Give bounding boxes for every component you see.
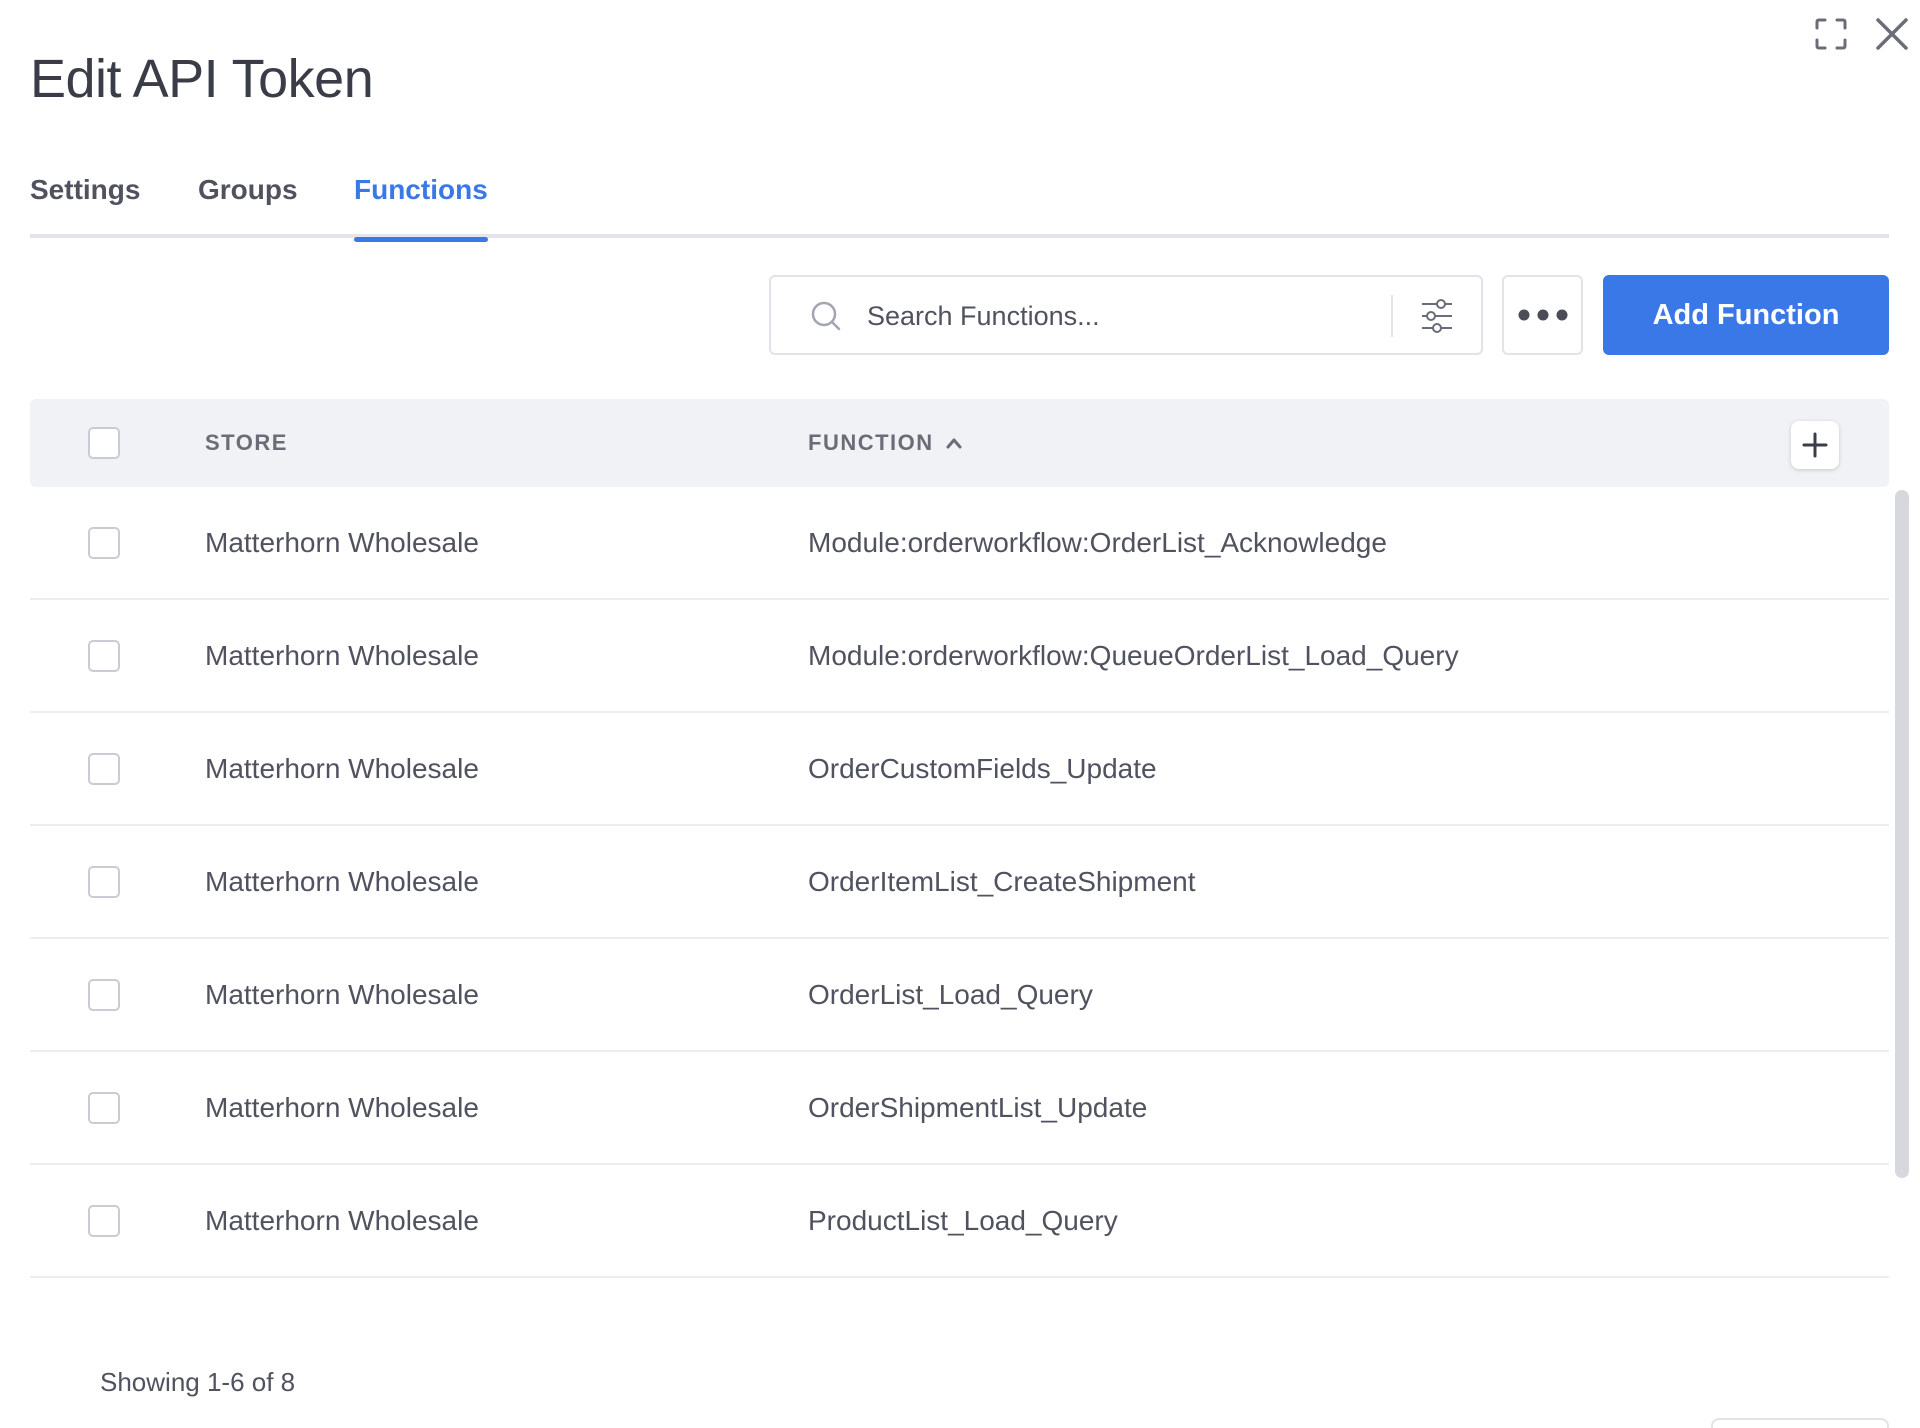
row-checkbox[interactable] — [88, 866, 120, 898]
store-cell: Matterhorn Wholesale — [205, 753, 479, 784]
select-all-checkbox[interactable] — [88, 427, 120, 459]
tab-settings[interactable]: Settings — [30, 174, 140, 238]
table-row[interactable]: Matterhorn Wholesale OrderShipmentList_U… — [30, 1052, 1889, 1165]
ellipsis-icon — [1518, 309, 1567, 321]
function-cell: ProductList_Load_Query — [808, 1205, 1118, 1236]
column-header-function[interactable]: FUNCTION — [808, 430, 962, 456]
row-checkbox[interactable] — [88, 640, 120, 672]
row-checkbox[interactable] — [88, 753, 120, 785]
more-options-button[interactable] — [1502, 275, 1583, 355]
table-row[interactable]: Matterhorn Wholesale ProductList_Load_Qu… — [30, 1165, 1889, 1278]
store-cell: Matterhorn Wholesale — [205, 640, 479, 671]
pagination-status: Showing 1-6 of 8 — [100, 1367, 296, 1397]
sort-ascending-icon — [946, 438, 962, 449]
close-icon — [1876, 18, 1908, 50]
table-body: Matterhorn Wholesale Module:orderworkflo… — [30, 487, 1889, 1278]
function-cell: OrderList_Load_Query — [808, 979, 1093, 1010]
add-function-button[interactable]: Add Function — [1603, 275, 1889, 355]
pagination-control[interactable] — [1711, 1418, 1889, 1428]
row-checkbox[interactable] — [88, 1092, 120, 1124]
filter-button[interactable] — [1407, 293, 1467, 339]
function-cell: OrderShipmentList_Update — [808, 1092, 1148, 1123]
add-column-button[interactable] — [1791, 421, 1839, 469]
table-row[interactable]: Matterhorn Wholesale OrderCustomFields_U… — [30, 713, 1889, 826]
store-cell: Matterhorn Wholesale — [205, 979, 479, 1010]
table-row[interactable]: Matterhorn Wholesale OrderItemList_Creat… — [30, 826, 1889, 939]
search-icon — [811, 301, 841, 331]
function-cell: Module:orderworkflow:OrderList_Acknowled… — [808, 527, 1387, 558]
store-cell: Matterhorn Wholesale — [205, 866, 479, 897]
search-input[interactable] — [867, 293, 1387, 339]
function-cell: OrderItemList_CreateShipment — [808, 866, 1196, 897]
function-cell: Module:orderworkflow:QueueOrderList_Load… — [808, 640, 1459, 671]
expand-icon — [1815, 18, 1847, 50]
vertical-scrollbar[interactable] — [1895, 490, 1909, 1178]
table-row[interactable]: Matterhorn Wholesale Module:orderworkflo… — [30, 487, 1889, 600]
search-divider — [1391, 295, 1393, 337]
row-checkbox[interactable] — [88, 979, 120, 1011]
expand-button[interactable] — [1811, 14, 1851, 54]
page-title: Edit API Token — [30, 49, 374, 109]
tab-functions[interactable]: Functions — [354, 174, 488, 242]
sliders-icon — [1422, 299, 1452, 333]
table-row[interactable]: Matterhorn Wholesale Module:orderworkflo… — [30, 600, 1889, 713]
tab-groups[interactable]: Groups — [198, 174, 298, 238]
tab-bar: Settings Groups Functions — [30, 170, 1889, 242]
column-header-function-label: FUNCTION — [808, 430, 934, 455]
column-header-store[interactable]: STORE — [205, 430, 288, 456]
store-cell: Matterhorn Wholesale — [205, 1205, 479, 1236]
table-row[interactable]: Matterhorn Wholesale OrderList_Load_Quer… — [30, 939, 1889, 1052]
store-cell: Matterhorn Wholesale — [205, 527, 479, 558]
row-checkbox[interactable] — [88, 1205, 120, 1237]
close-button[interactable] — [1872, 14, 1912, 54]
plus-icon — [1802, 432, 1828, 458]
function-cell: OrderCustomFields_Update — [808, 753, 1157, 784]
row-checkbox[interactable] — [88, 527, 120, 559]
store-cell: Matterhorn Wholesale — [205, 1092, 479, 1123]
table-header: STORE FUNCTION — [30, 399, 1889, 487]
search-box — [769, 275, 1483, 355]
